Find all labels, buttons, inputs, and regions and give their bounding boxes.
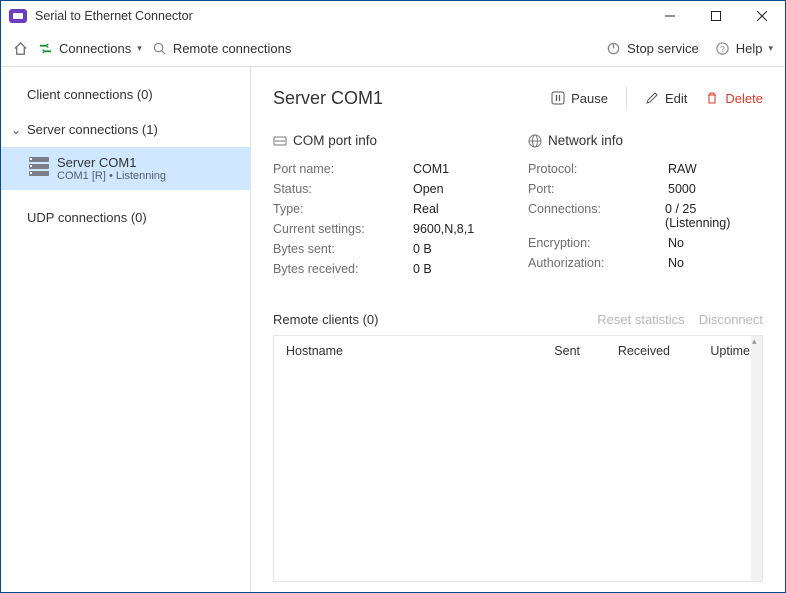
k-port: Port:	[528, 182, 668, 196]
help-label: Help	[736, 41, 763, 56]
v-status: Open	[413, 182, 444, 196]
window-title: Serial to Ethernet Connector	[35, 9, 193, 23]
v-bytes-sent: 0 B	[413, 242, 432, 256]
sidebar-item-title: Server COM1	[57, 155, 240, 170]
reset-statistics-link[interactable]: Reset statistics	[597, 312, 684, 327]
help-icon: ?	[715, 41, 730, 56]
k-encryption: Encryption:	[528, 236, 668, 250]
caret-down-icon: ▾	[768, 43, 773, 54]
pencil-icon	[645, 91, 659, 105]
k-authorization: Authorization:	[528, 256, 668, 270]
trash-icon	[705, 91, 719, 105]
v-connections: 0 / 25 (Listenning)	[665, 202, 763, 230]
connections-menu[interactable]: Connections ▾	[38, 41, 142, 56]
sidebar-item-subtitle: COM1 [R] • Listenning	[57, 170, 240, 182]
remote-clients-heading: Remote clients (0)	[273, 312, 378, 327]
toolbar: Connections ▾ Remote connections Stop se…	[1, 31, 785, 67]
delete-button[interactable]: Delete	[705, 91, 763, 106]
stop-service-label: Stop service	[627, 41, 699, 56]
help-menu[interactable]: ? Help ▾	[715, 41, 773, 56]
network-info: Network info Protocol:RAW Port:5000 Conn…	[528, 133, 763, 282]
svg-text:?: ?	[720, 44, 725, 54]
edit-label: Edit	[665, 91, 687, 106]
home-button[interactable]	[13, 41, 28, 56]
pause-icon	[551, 91, 565, 105]
sidebar-server-heading[interactable]: ⌄ Server connections (1)	[1, 116, 250, 143]
com-port-info: COM port info Port name:COM1 Status:Open…	[273, 133, 508, 282]
port-icon	[273, 134, 287, 148]
sidebar-client-heading[interactable]: Client connections (0)	[1, 81, 250, 108]
globe-icon	[528, 134, 542, 148]
disconnect-link[interactable]: Disconnect	[699, 312, 763, 327]
connections-label: Connections	[59, 41, 131, 56]
v-bytes-recv: 0 B	[413, 262, 432, 276]
v-settings: 9600,N,8,1	[413, 222, 474, 236]
caret-down-icon: ▾	[137, 43, 142, 54]
separator	[626, 87, 627, 109]
v-encryption: No	[668, 236, 684, 250]
col-sent[interactable]: Sent	[510, 344, 580, 358]
chevron-down-icon: ⌄	[11, 123, 21, 137]
k-connections: Connections:	[528, 202, 665, 230]
main-panel: Server COM1 Pause Edit Delete	[251, 67, 785, 592]
k-bytes-sent: Bytes sent:	[273, 242, 413, 256]
sidebar-udp-heading[interactable]: UDP connections (0)	[1, 204, 250, 231]
network-heading: Network info	[548, 133, 623, 148]
sidebar: Client connections (0) ⌄ Server connecti…	[1, 67, 251, 592]
sidebar-server-heading-label: Server connections (1)	[27, 122, 158, 137]
pause-label: Pause	[571, 91, 608, 106]
k-status: Status:	[273, 182, 413, 196]
maximize-button[interactable]	[693, 1, 739, 31]
power-icon	[606, 41, 621, 56]
sidebar-item-server-com1[interactable]: Server COM1 COM1 [R] • Listenning	[1, 147, 250, 190]
k-port-name: Port name:	[273, 162, 413, 176]
page-title: Server COM1	[273, 88, 383, 109]
remote-clients-table: Hostname Sent Received Uptime	[273, 335, 763, 582]
app-window: Serial to Ethernet Connector Connections…	[0, 0, 786, 593]
k-bytes-recv: Bytes received:	[273, 262, 413, 276]
k-settings: Current settings:	[273, 222, 413, 236]
edit-button[interactable]: Edit	[645, 91, 687, 106]
v-protocol: RAW	[668, 162, 697, 176]
minimize-button[interactable]	[647, 1, 693, 31]
com-port-heading: COM port info	[293, 133, 377, 148]
stop-service-button[interactable]: Stop service	[606, 41, 699, 56]
col-hostname[interactable]: Hostname	[286, 344, 510, 358]
connections-icon	[38, 41, 53, 56]
col-uptime[interactable]: Uptime	[670, 344, 750, 358]
server-icon	[29, 157, 49, 173]
v-port-name: COM1	[413, 162, 449, 176]
home-icon	[13, 41, 28, 56]
col-received[interactable]: Received	[580, 344, 670, 358]
v-type: Real	[413, 202, 439, 216]
title-bar: Serial to Ethernet Connector	[1, 1, 785, 31]
scrollbar[interactable]	[751, 336, 762, 581]
search-icon	[152, 41, 167, 56]
pause-button[interactable]: Pause	[551, 91, 608, 106]
k-type: Type:	[273, 202, 413, 216]
close-button[interactable]	[739, 1, 785, 31]
remote-connections-button[interactable]: Remote connections	[152, 41, 292, 56]
v-authorization: No	[668, 256, 684, 270]
k-protocol: Protocol:	[528, 162, 668, 176]
remote-connections-label: Remote connections	[173, 41, 292, 56]
app-icon	[9, 9, 27, 23]
delete-label: Delete	[725, 91, 763, 106]
v-port: 5000	[668, 182, 696, 196]
